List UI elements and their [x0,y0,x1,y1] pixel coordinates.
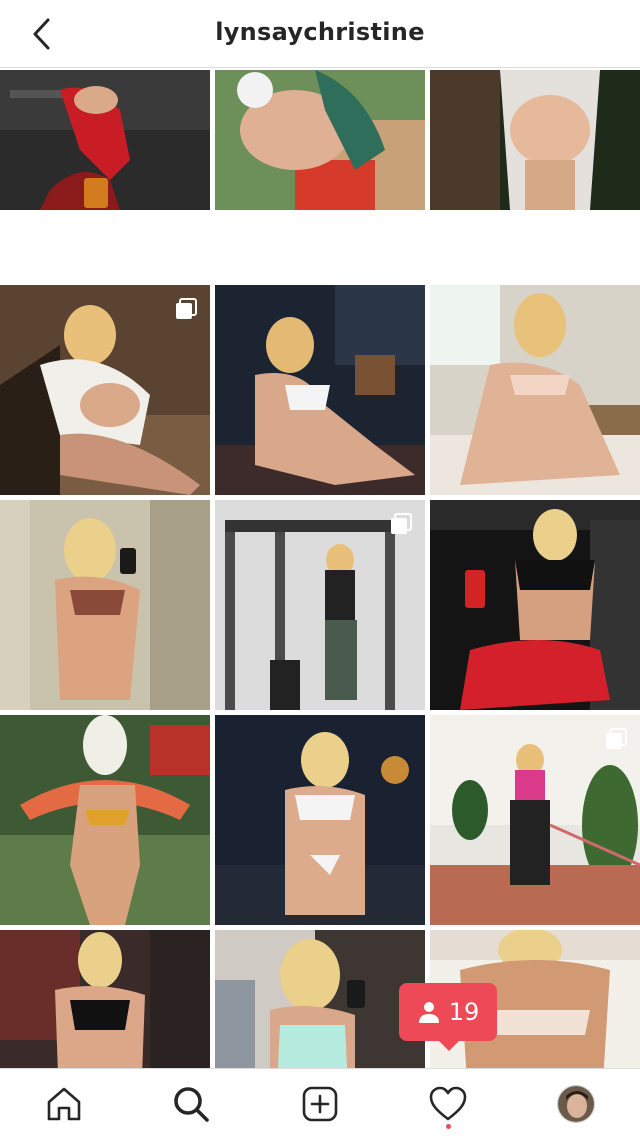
nav-activity[interactable] [427,1083,469,1125]
post-thumbnail[interactable] [430,500,640,710]
home-icon [47,1087,81,1121]
post-image [430,285,640,495]
nav-home[interactable] [43,1083,85,1125]
post-image [0,500,210,710]
profile-grid-screen: lynsaychristine 19 [0,0,640,1138]
post-thumbnail[interactable] [215,70,425,210]
person-icon [418,1002,439,1023]
new-followers-count: 19 [448,998,480,1026]
post-thumbnail[interactable] [215,285,425,495]
search-icon [174,1087,209,1122]
post-thumbnail[interactable] [0,500,210,710]
top-bar: lynsaychristine [0,0,640,68]
profile-username: lynsaychristine [215,18,425,46]
post-thumbnail[interactable] [215,715,425,925]
multiple-images-icon [391,513,412,534]
post-thumbnail[interactable] [430,285,640,495]
bottom-navigation [0,1068,640,1138]
post-thumbnail[interactable] [0,70,210,210]
post-thumbnail[interactable] [215,500,425,710]
nav-profile[interactable] [555,1083,597,1125]
post-image [430,70,640,210]
post-thumbnail[interactable] [430,715,640,925]
post-image [215,715,425,925]
new-followers-badge[interactable]: 19 [399,983,497,1051]
multiple-images-icon [176,298,197,319]
post-thumbnail[interactable] [430,70,640,210]
post-image [0,715,210,925]
nav-search[interactable] [170,1083,212,1125]
nav-new-post[interactable] [299,1083,341,1125]
post-grid [0,70,640,1138]
post-thumbnail[interactable] [0,715,210,925]
post-image [430,500,640,710]
post-image [215,285,425,495]
post-image [215,70,425,210]
post-image [0,70,210,210]
post-thumbnail[interactable] [0,285,210,495]
activity-heart-icon [429,1086,467,1121]
new-post-icon [302,1086,338,1122]
activity-notification-dot [446,1124,451,1129]
profile-avatar [557,1085,595,1123]
multiple-images-icon [606,728,627,749]
